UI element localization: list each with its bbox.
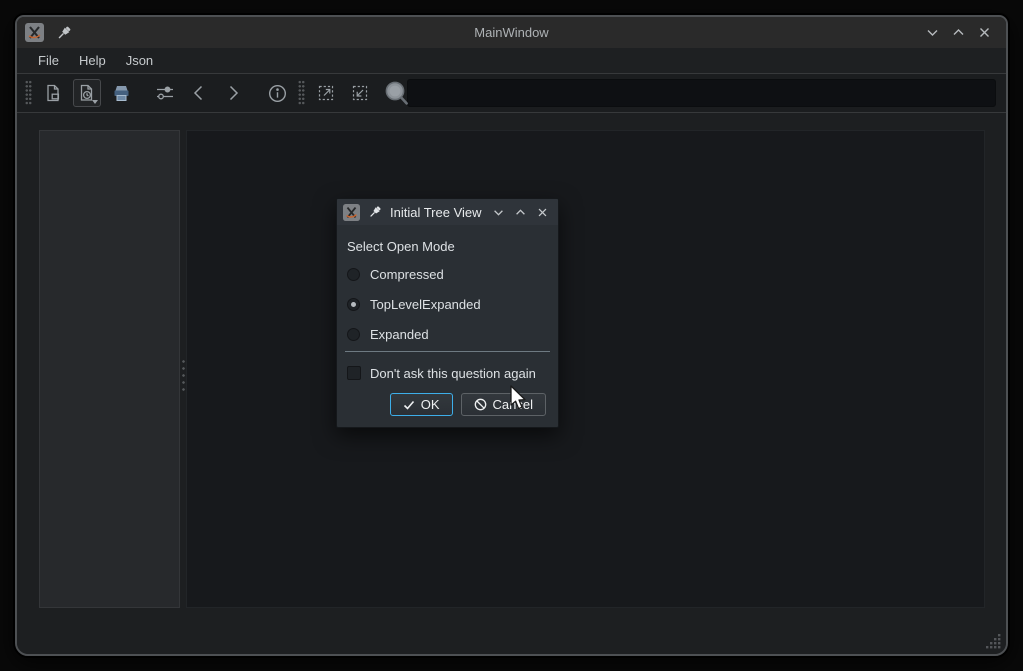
menu-file[interactable]: File: [28, 51, 69, 70]
sliders-icon: [154, 82, 176, 104]
go-previous-button[interactable]: [185, 79, 213, 107]
chevron-right-icon: [223, 83, 243, 103]
app-icon: [25, 23, 44, 42]
radio-option-expanded[interactable]: Expanded: [347, 321, 429, 347]
dialog-maximize-button[interactable]: [514, 206, 527, 219]
dont-ask-label: Don't ask this question again: [370, 366, 536, 381]
expand-view-button[interactable]: [312, 79, 340, 107]
close-button[interactable]: [977, 25, 992, 40]
close-icon: [539, 209, 546, 216]
toolbar: [17, 73, 1006, 113]
print-button[interactable]: [107, 79, 135, 107]
main-view[interactable]: [186, 130, 985, 608]
dialog-title: Initial Tree View: [390, 205, 482, 220]
print-icon: [111, 83, 132, 104]
radio-button[interactable]: [347, 298, 360, 311]
desktop-background: MainWindow File Help Json: [0, 0, 1023, 671]
chevron-up-icon: [517, 210, 525, 214]
collapse-view-button[interactable]: [346, 79, 374, 107]
radio-label: TopLevelExpanded: [370, 297, 481, 312]
cancel-button[interactable]: Cancel: [461, 393, 546, 416]
dialog-button-row: OK Cancel: [390, 393, 546, 416]
check-icon: [403, 399, 415, 411]
toolbar-drag-handle[interactable]: [298, 80, 305, 106]
new-document-button[interactable]: [39, 79, 67, 107]
radio-label: Compressed: [370, 267, 444, 282]
dialog-minimize-button[interactable]: [492, 206, 505, 219]
info-button[interactable]: [263, 79, 291, 107]
dialog-prompt: Select Open Mode: [347, 239, 455, 254]
configure-button[interactable]: [151, 79, 179, 107]
dropdown-arrow-icon: [92, 100, 98, 104]
dialog-controls: [492, 206, 558, 219]
chevron-up-icon: [954, 30, 963, 35]
window-title: MainWindow: [17, 25, 1006, 40]
tree-panel[interactable]: [39, 130, 180, 608]
titlebar[interactable]: MainWindow: [17, 17, 1006, 48]
radio-label: Expanded: [370, 327, 429, 342]
menu-json[interactable]: Json: [116, 51, 163, 70]
radio-option-compressed[interactable]: Compressed: [347, 261, 444, 287]
menubar: File Help Json: [17, 48, 1006, 73]
initial-tree-view-dialog: Initial Tree View Select Open Mode Compr…: [336, 198, 559, 428]
search-input[interactable]: [407, 79, 996, 107]
menu-help[interactable]: Help: [69, 51, 116, 70]
dont-ask-checkbox[interactable]: [347, 366, 361, 380]
go-next-button[interactable]: [219, 79, 247, 107]
chevron-down-icon: [495, 210, 503, 214]
close-icon: [981, 29, 989, 37]
dialog-close-button[interactable]: [536, 206, 549, 219]
search-icon: [383, 80, 410, 107]
ok-button[interactable]: OK: [390, 393, 453, 416]
app-icon: [343, 204, 360, 221]
window-controls: [925, 25, 1006, 40]
radio-button[interactable]: [347, 268, 360, 281]
maximize-button[interactable]: [951, 25, 966, 40]
collapse-icon: [350, 83, 370, 103]
chevron-down-icon: [928, 31, 937, 36]
radio-button[interactable]: [347, 328, 360, 341]
cancel-icon: [474, 398, 487, 411]
dialog-body: Select Open Mode Compressed TopLevelExpa…: [337, 225, 558, 427]
toolbar-drag-handle[interactable]: [25, 80, 32, 106]
resize-grip[interactable]: [986, 634, 1001, 649]
dont-ask-row[interactable]: Don't ask this question again: [347, 363, 536, 383]
pin-icon[interactable]: [368, 205, 382, 219]
expand-icon: [316, 83, 336, 103]
pin-icon[interactable]: [56, 25, 72, 41]
minimize-button[interactable]: [925, 25, 940, 40]
open-recent-button[interactable]: [73, 79, 101, 107]
new-document-icon: [43, 83, 63, 103]
dialog-titlebar[interactable]: Initial Tree View: [337, 199, 558, 225]
chevron-left-icon: [189, 83, 209, 103]
radio-option-toplevelexpanded[interactable]: TopLevelExpanded: [347, 291, 481, 317]
info-icon: [267, 83, 288, 104]
separator: [345, 351, 550, 352]
